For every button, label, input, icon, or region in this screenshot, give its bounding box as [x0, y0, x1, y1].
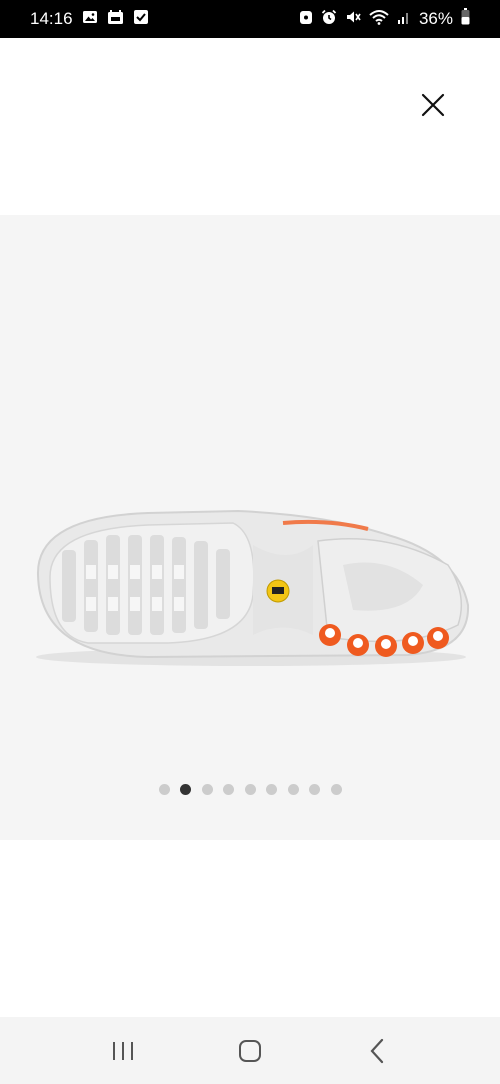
- pagination-dot[interactable]: [287, 784, 299, 795]
- pagination-dot[interactable]: [330, 784, 342, 795]
- mute-icon: [345, 9, 361, 30]
- close-button[interactable]: [414, 86, 452, 124]
- shoe-sole-icon: [36, 509, 470, 666]
- back-icon: [370, 1038, 383, 1063]
- pagination-dot-active[interactable]: [180, 784, 191, 795]
- pagination-dot[interactable]: [201, 784, 213, 795]
- lock-badge-icon: [299, 9, 313, 30]
- battery-icon: [461, 8, 470, 30]
- close-icon: [421, 93, 445, 117]
- pagination-dot[interactable]: [244, 784, 256, 795]
- alarm-icon: [321, 9, 337, 30]
- status-bar: 14:16 36%: [0, 0, 500, 38]
- pagination-dot[interactable]: [309, 784, 320, 795]
- status-time: 14:16: [30, 9, 73, 28]
- wifi-icon: [369, 9, 389, 30]
- pagination-dots: [0, 784, 500, 796]
- calendar-icon: [107, 9, 124, 30]
- pagination-dot[interactable]: [266, 784, 277, 795]
- checkbox-icon: [133, 9, 149, 30]
- recent-apps-icon: [113, 1041, 134, 1060]
- pagination-dot[interactable]: [158, 784, 170, 795]
- system-nav-bar: [0, 1017, 500, 1084]
- battery-percent: 36%: [418, 9, 453, 28]
- home-icon: [238, 1039, 261, 1062]
- signal-icon: [397, 9, 411, 30]
- pagination-dot[interactable]: [223, 784, 234, 795]
- back-button[interactable]: [347, 1026, 407, 1076]
- recent-apps-button[interactable]: [93, 1026, 153, 1076]
- gallery-icon: [82, 9, 98, 30]
- home-button[interactable]: [220, 1026, 280, 1076]
